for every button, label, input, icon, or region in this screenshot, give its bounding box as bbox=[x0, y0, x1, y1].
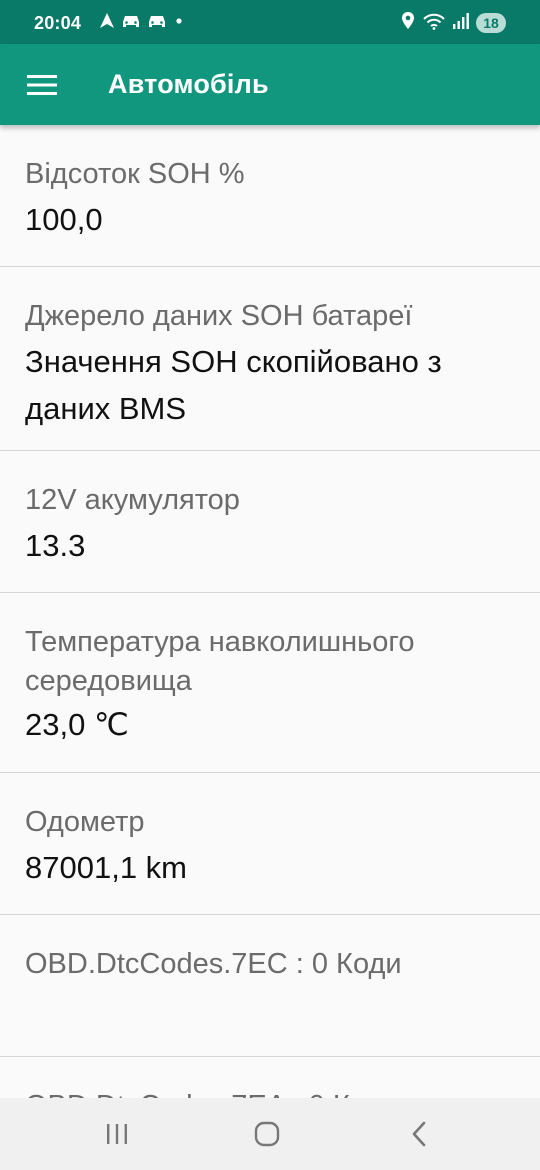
recent-apps-icon[interactable] bbox=[95, 1112, 139, 1156]
home-icon[interactable] bbox=[245, 1112, 289, 1156]
navigation-icon bbox=[98, 12, 116, 35]
status-time: 20:04 bbox=[34, 13, 82, 33]
system-navigation-bar bbox=[0, 1098, 540, 1170]
notification-icons bbox=[98, 12, 186, 35]
item-label: Температура навколишнього середовища bbox=[25, 626, 415, 697]
list-item-soh-percent: Відсоток SOH % 100,0 bbox=[0, 125, 540, 267]
status-bar: 20:04 18 bbox=[0, 0, 540, 44]
car-icon bbox=[146, 12, 168, 35]
item-value: 100,0 bbox=[25, 202, 103, 237]
list-item-odometer: Одометр 87001,1 km bbox=[0, 773, 540, 915]
list-item-12v-battery: 12V акумулятор 13.3 bbox=[0, 451, 540, 593]
battery-indicator: 18 bbox=[476, 13, 506, 33]
app-toolbar: Автомобіль bbox=[0, 44, 540, 125]
dot-icon bbox=[172, 12, 186, 35]
list-item-dtc-7ea: OBD.DtcCodes.7EA : 0 Коди bbox=[0, 1057, 540, 1098]
list-item-ambient-temperature: Температура навколишнього середовища 23,… bbox=[0, 593, 540, 773]
item-label: Джерело даних SOH батареї bbox=[25, 300, 413, 332]
item-value: Значення SOH скопійовано з даних BMS bbox=[25, 344, 442, 426]
item-value: 13.3 bbox=[25, 528, 86, 563]
item-value: 87001,1 km bbox=[25, 850, 187, 885]
car-icon bbox=[120, 12, 142, 35]
item-value: 23,0 ℃ bbox=[25, 707, 129, 742]
item-label: OBD.DtcCodes.7EC : 0 Коди bbox=[25, 948, 402, 980]
back-icon[interactable] bbox=[397, 1112, 441, 1156]
item-label: OBD.DtcCodes.7EA : 0 Коди bbox=[25, 1087, 525, 1098]
item-label: Одометр bbox=[25, 806, 145, 838]
list-item-dtc-7ec: OBD.DtcCodes.7EC : 0 Коди bbox=[0, 915, 540, 1057]
item-label: 12V акумулятор bbox=[25, 484, 240, 516]
list-item-soh-source: Джерело даних SOH батареї Значення SOH с… bbox=[0, 267, 540, 451]
item-label: Відсоток SOH % bbox=[25, 158, 245, 190]
vehicle-info-list[interactable]: Відсоток SOH % 100,0 Джерело даних SOH б… bbox=[0, 125, 540, 1098]
page-title: Автомобіль bbox=[108, 69, 269, 99]
signal-icon bbox=[452, 11, 470, 36]
system-icons: 18 bbox=[400, 11, 506, 36]
hamburger-menu-icon[interactable] bbox=[20, 63, 64, 107]
wifi-icon bbox=[422, 11, 446, 36]
location-icon bbox=[400, 11, 416, 36]
